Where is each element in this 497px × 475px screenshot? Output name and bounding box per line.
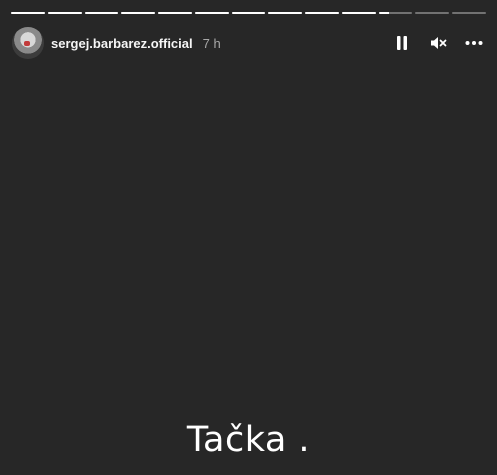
muted-speaker-icon xyxy=(430,37,446,49)
progress-segment xyxy=(47,12,82,14)
progress-segment xyxy=(231,12,266,14)
more-horizontal-icon xyxy=(465,41,483,45)
progress-segment-fill xyxy=(194,12,229,14)
progress-segment-fill xyxy=(158,12,192,14)
story-progress-bar xyxy=(11,12,486,14)
progress-segment xyxy=(452,12,486,14)
progress-segment xyxy=(378,12,413,14)
progress-segment xyxy=(341,12,376,14)
progress-segment-fill xyxy=(121,12,156,14)
progress-segment xyxy=(158,12,192,14)
story-header: sergej.barbarez.official 7 h xyxy=(12,27,485,59)
avatar[interactable] xyxy=(12,27,44,59)
progress-segment-fill xyxy=(378,12,389,14)
progress-segment-fill xyxy=(84,12,119,14)
mute-button[interactable] xyxy=(429,34,447,52)
progress-segment xyxy=(84,12,119,14)
progress-segment xyxy=(415,12,450,14)
progress-segment-fill xyxy=(47,12,82,14)
more-options-button[interactable] xyxy=(465,34,483,52)
username-link[interactable]: sergej.barbarez.official xyxy=(51,36,193,51)
progress-segment xyxy=(268,12,303,14)
story-caption: Tačka . xyxy=(186,420,311,460)
progress-segment xyxy=(121,12,156,14)
progress-segment-fill xyxy=(341,12,376,14)
pause-button[interactable] xyxy=(393,34,411,52)
progress-segment-fill xyxy=(11,12,45,14)
progress-segment-fill xyxy=(231,12,266,14)
post-time: 7 h xyxy=(202,35,221,51)
progress-segment xyxy=(305,12,339,14)
story-controls xyxy=(393,34,485,52)
progress-segment-fill xyxy=(305,12,339,14)
story-viewer[interactable]: sergej.barbarez.official 7 h Tačka . xyxy=(0,0,497,475)
progress-segment-fill xyxy=(268,12,303,14)
pause-icon xyxy=(397,36,407,50)
progress-segment xyxy=(194,12,229,14)
progress-segment xyxy=(11,12,45,14)
